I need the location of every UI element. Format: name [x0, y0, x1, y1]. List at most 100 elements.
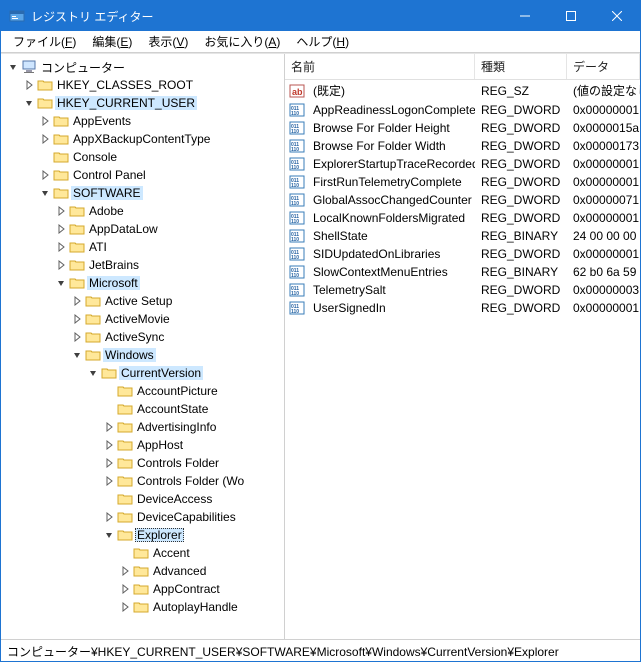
- menu-お気に入り[interactable]: お気に入り(A): [196, 31, 288, 52]
- workarea: コンピューター HKEY_CLASSES_ROOT HKEY_CURRENT_USE…: [1, 53, 640, 639]
- tree-item-label: Advanced: [151, 564, 208, 578]
- tree-item[interactable]: コンピューター: [1, 58, 284, 76]
- list-item[interactable]: 011110ExplorerStartupTraceRecordedREG_DW…: [285, 155, 640, 173]
- list-item[interactable]: 011110SlowContextMenuEntriesREG_BINARY62…: [285, 263, 640, 281]
- tree-item[interactable]: DeviceCapabilities: [1, 508, 284, 526]
- list-item[interactable]: 011110SIDUpdatedOnLibrariesREG_DWORD0x00…: [285, 245, 640, 263]
- tree-item[interactable]: ActiveMovie: [1, 310, 284, 328]
- chevron-right-icon[interactable]: [69, 329, 85, 345]
- tree-item-label: Controls Folder: [135, 456, 221, 470]
- column-header-type[interactable]: 種類: [475, 54, 567, 79]
- chevron-right-icon[interactable]: [53, 257, 69, 273]
- tree-item[interactable]: HKEY_CLASSES_ROOT: [1, 76, 284, 94]
- chevron-right-icon[interactable]: [69, 311, 85, 327]
- chevron-right-icon[interactable]: [117, 599, 133, 615]
- chevron-right-icon[interactable]: [101, 473, 117, 489]
- list-item[interactable]: 011110LocalKnownFoldersMigratedREG_DWORD…: [285, 209, 640, 227]
- folder-icon: [53, 149, 69, 165]
- chevron-right-icon[interactable]: [21, 77, 37, 93]
- tree-item[interactable]: AutoplayHandle: [1, 598, 284, 616]
- chevron-down-icon[interactable]: [5, 59, 21, 75]
- list-item[interactable]: 011110TelemetrySaltREG_DWORD0x00000003 (: [285, 281, 640, 299]
- tree-item[interactable]: Active Setup: [1, 292, 284, 310]
- list-item[interactable]: 011110UserSignedInREG_DWORD0x00000001 (: [285, 299, 640, 317]
- minimize-button[interactable]: [502, 1, 548, 31]
- menu-編集[interactable]: 編集(E): [84, 31, 140, 52]
- chevron-right-icon[interactable]: [101, 437, 117, 453]
- value-name: GlobalAssocChangedCounter: [307, 192, 475, 208]
- list-item[interactable]: 011110AppReadinessLogonCompleteREG_DWORD…: [285, 101, 640, 119]
- tree-item[interactable]: AppXBackupContentType: [1, 130, 284, 148]
- list-item[interactable]: 011110Browse For Folder HeightREG_DWORD0…: [285, 119, 640, 137]
- tree-item-label: ActiveMovie: [103, 312, 172, 326]
- list-header: 名前 種類 データ: [285, 54, 640, 80]
- tree-item[interactable]: AccountState: [1, 400, 284, 418]
- chevron-right-icon[interactable]: [101, 455, 117, 471]
- chevron-down-icon[interactable]: [85, 365, 101, 381]
- chevron-right-icon[interactable]: [117, 581, 133, 597]
- chevron-right-icon[interactable]: [53, 203, 69, 219]
- list-pane[interactable]: 名前 種類 データ ab(既定)REG_SZ(値の設定なし011110AppRe…: [285, 54, 640, 639]
- tree-item[interactable]: Advanced: [1, 562, 284, 580]
- chevron-right-icon[interactable]: [53, 239, 69, 255]
- list-item[interactable]: 011110FirstRunTelemetryCompleteREG_DWORD…: [285, 173, 640, 191]
- tree-item[interactable]: Microsoft: [1, 274, 284, 292]
- chevron-right-icon[interactable]: [69, 293, 85, 309]
- tree-item[interactable]: CurrentVersion: [1, 364, 284, 382]
- close-button[interactable]: [594, 1, 640, 31]
- chevron-right-icon[interactable]: [101, 419, 117, 435]
- chevron-right-icon[interactable]: [101, 509, 117, 525]
- tree-item[interactable]: Explorer: [1, 526, 284, 544]
- chevron-down-icon[interactable]: [69, 347, 85, 363]
- value-data: 0x00000001 (: [567, 156, 640, 172]
- chevron-right-icon[interactable]: [37, 113, 53, 129]
- tree-item-label: DeviceCapabilities: [135, 510, 238, 524]
- chevron-down-icon[interactable]: [101, 527, 117, 543]
- tree-item[interactable]: Controls Folder: [1, 454, 284, 472]
- value-name: FirstRunTelemetryComplete: [307, 174, 475, 190]
- list-item[interactable]: ab(既定)REG_SZ(値の設定なし: [285, 80, 640, 101]
- tree-item[interactable]: AccountPicture: [1, 382, 284, 400]
- column-header-name[interactable]: 名前: [285, 54, 475, 79]
- tree-item-label: Console: [71, 150, 119, 164]
- svg-text:110: 110: [291, 165, 299, 171]
- tree-item[interactable]: AppDataLow: [1, 220, 284, 238]
- tree-item[interactable]: HKEY_CURRENT_USER: [1, 94, 284, 112]
- menu-ヘルプ[interactable]: ヘルプ(H): [288, 31, 357, 52]
- menu-表示[interactable]: 表示(V): [140, 31, 196, 52]
- tree-item[interactable]: Accent: [1, 544, 284, 562]
- tree-item[interactable]: Adobe: [1, 202, 284, 220]
- tree-item[interactable]: ATI: [1, 238, 284, 256]
- tree-item-label: AdvertisingInfo: [135, 420, 218, 434]
- list-item[interactable]: 011110ShellStateREG_BINARY24 00 00 00 3: [285, 227, 640, 245]
- list-item[interactable]: 011110Browse For Folder WidthREG_DWORD0x…: [285, 137, 640, 155]
- tree-item[interactable]: AppEvents: [1, 112, 284, 130]
- chevron-down-icon[interactable]: [21, 95, 37, 111]
- column-header-data[interactable]: データ: [567, 54, 640, 79]
- tree-item[interactable]: AdvertisingInfo: [1, 418, 284, 436]
- chevron-right-icon[interactable]: [117, 563, 133, 579]
- tree-item[interactable]: Controls Folder (Wo: [1, 472, 284, 490]
- value-data: 0x00000001 (: [567, 174, 640, 190]
- tree-item[interactable]: Console: [1, 148, 284, 166]
- tree-item[interactable]: AppContract: [1, 580, 284, 598]
- list-item[interactable]: 011110GlobalAssocChangedCounterREG_DWORD…: [285, 191, 640, 209]
- tree-item[interactable]: DeviceAccess: [1, 490, 284, 508]
- menu-ファイル[interactable]: ファイル(F): [5, 31, 84, 52]
- chevron-down-icon[interactable]: [37, 185, 53, 201]
- value-name: ShellState: [307, 228, 475, 244]
- chevron-right-icon[interactable]: [37, 167, 53, 183]
- tree-item[interactable]: Windows: [1, 346, 284, 364]
- tree-pane[interactable]: コンピューター HKEY_CLASSES_ROOT HKEY_CURRENT_USE…: [1, 54, 285, 639]
- tree-item[interactable]: Control Panel: [1, 166, 284, 184]
- chevron-right-icon[interactable]: [37, 131, 53, 147]
- maximize-button[interactable]: [548, 1, 594, 31]
- tree-item[interactable]: ActiveSync: [1, 328, 284, 346]
- tree-item[interactable]: SOFTWARE: [1, 184, 284, 202]
- tree-item-label: HKEY_CLASSES_ROOT: [55, 78, 195, 92]
- tree-item[interactable]: AppHost: [1, 436, 284, 454]
- chevron-down-icon[interactable]: [53, 275, 69, 291]
- tree-item[interactable]: JetBrains: [1, 256, 284, 274]
- folder-icon: [69, 275, 85, 291]
- chevron-right-icon[interactable]: [53, 221, 69, 237]
